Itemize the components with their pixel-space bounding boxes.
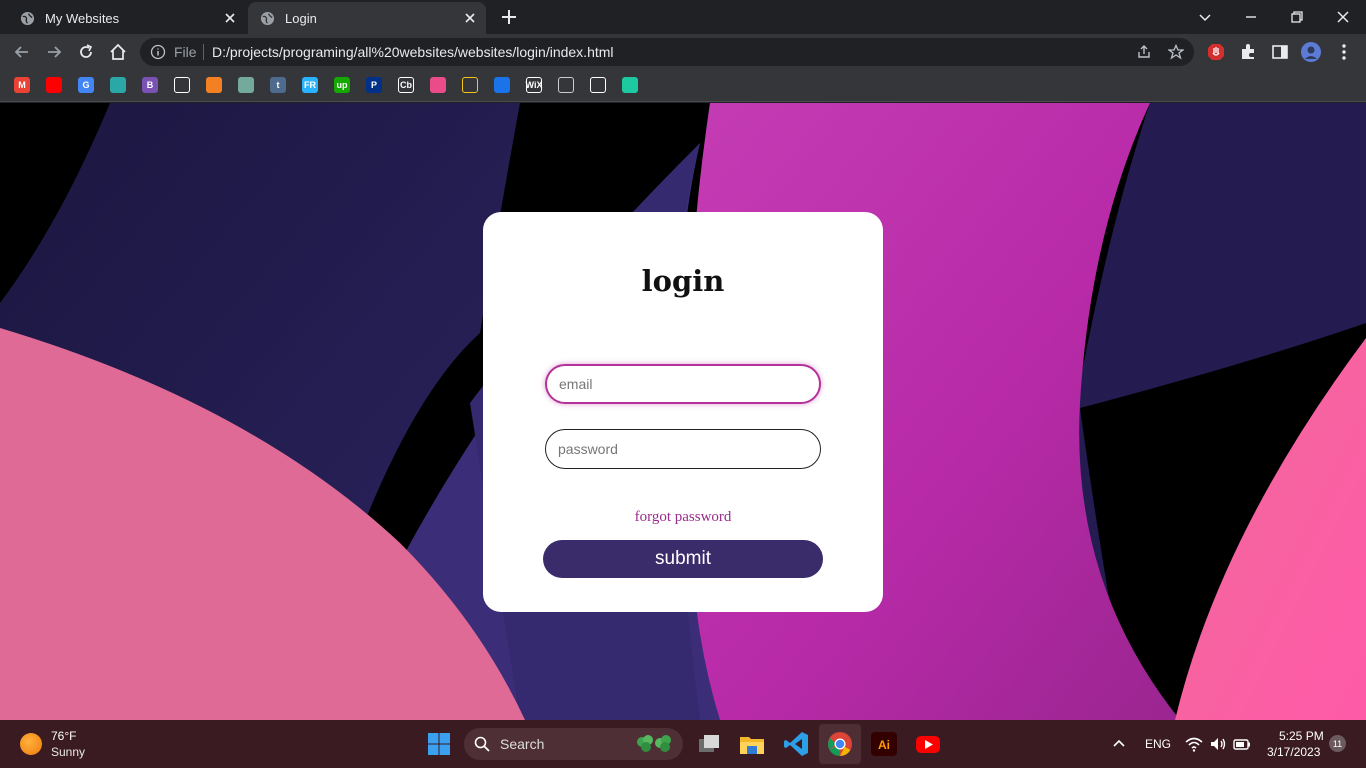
submit-button[interactable]: submit: [543, 540, 823, 578]
upwork-icon[interactable]: up: [334, 77, 350, 93]
weather-temperature[interactable]: 76°F: [51, 729, 76, 743]
dribbble-icon[interactable]: [430, 77, 446, 93]
codepen-icon[interactable]: [174, 77, 190, 93]
tab-title: Login: [285, 10, 317, 26]
stack-overflow-icon[interactable]: [206, 77, 222, 93]
share-icon[interactable]: [1136, 44, 1152, 60]
weather-description[interactable]: Sunny: [51, 745, 85, 759]
scheme-label: File: [174, 44, 197, 60]
clock-time[interactable]: 5:25 PM: [1279, 729, 1324, 743]
page-viewport: login forgot password submit: [0, 103, 1366, 720]
tab-login[interactable]: Login: [248, 2, 486, 34]
divider: [203, 44, 204, 60]
browser-tab-bar: My Websites Login: [0, 0, 1366, 34]
codecademy-icon[interactable]: [494, 77, 510, 93]
bookmarks-bar: M G Bt FR up P Cb WiX: [0, 70, 1366, 102]
vscode-icon[interactable]: [782, 730, 810, 758]
chatgpt-icon[interactable]: [238, 77, 254, 93]
tab-my-websites[interactable]: My Websites: [8, 2, 246, 34]
google-translate-icon[interactable]: G: [78, 77, 94, 93]
forward-arrow-icon[interactable]: [44, 42, 64, 62]
address-bar[interactable]: File D:/projects/programing/all%20websit…: [140, 38, 1194, 66]
bookmark-star-icon[interactable]: [1168, 44, 1184, 60]
battery-icon[interactable]: [1232, 734, 1252, 754]
extensions-puzzle-icon[interactable]: [1238, 42, 1258, 62]
tab-search-chevron-icon[interactable]: [1194, 6, 1216, 28]
wifi-icon[interactable]: [1184, 734, 1204, 754]
file-explorer-icon[interactable]: [738, 730, 766, 758]
close-icon[interactable]: [222, 10, 238, 26]
tab-title: My Websites: [45, 10, 120, 26]
search-label: Search: [500, 736, 545, 752]
gmail-icon[interactable]: M: [14, 77, 30, 93]
minimize-icon[interactable]: [1240, 6, 1262, 28]
dots-logo-icon[interactable]: [558, 77, 574, 93]
clover-highlight-icon: [637, 735, 671, 752]
green-ring-icon[interactable]: [622, 77, 638, 93]
tumblr-icon[interactable]: t: [270, 77, 286, 93]
search-icon: [474, 736, 490, 752]
forgot-password-link[interactable]: forgot password: [483, 509, 883, 526]
youtube-app-icon[interactable]: [914, 730, 942, 758]
volume-icon[interactable]: [1208, 734, 1228, 754]
new-tab-plus-icon[interactable]: [500, 8, 518, 26]
illustrator-icon[interactable]: Ai: [870, 730, 898, 758]
svg-text:Ai: Ai: [878, 738, 890, 752]
close-window-icon[interactable]: [1332, 6, 1354, 28]
password-field[interactable]: [545, 429, 821, 469]
crunchbase-icon[interactable]: Cb: [398, 77, 414, 93]
paypal-icon[interactable]: P: [366, 77, 382, 93]
bootstrap-icon[interactable]: B: [142, 77, 158, 93]
clock-date[interactable]: 3/17/2023: [1267, 745, 1320, 759]
wix-icon[interactable]: WiX: [526, 77, 542, 93]
close-icon[interactable]: [462, 10, 478, 26]
windows-taskbar: 76°F Sunny Search Ai ENG 5:25 PM 3/17/20…: [0, 720, 1366, 768]
sun-weather-icon[interactable]: [20, 733, 42, 755]
page-title: login: [641, 264, 725, 298]
task-view-icon[interactable]: [695, 730, 723, 758]
language-indicator[interactable]: ENG: [1145, 737, 1171, 751]
notification-badge[interactable]: 11: [1329, 735, 1346, 752]
back-arrow-icon[interactable]: [12, 42, 32, 62]
side-panel-icon[interactable]: [1270, 42, 1290, 62]
chrome-icon[interactable]: [826, 730, 854, 758]
taskbar-search[interactable]: Search: [464, 728, 683, 760]
more-menu-icon[interactable]: [1334, 42, 1354, 62]
github-icon[interactable]: [590, 77, 606, 93]
home-icon[interactable]: [108, 42, 128, 62]
youtube-icon[interactable]: [46, 77, 62, 93]
teal-logo-icon[interactable]: [110, 77, 126, 93]
info-icon[interactable]: [150, 44, 166, 60]
profile-avatar[interactable]: [1301, 42, 1321, 62]
email-field[interactable]: [545, 364, 821, 404]
windows-start-icon[interactable]: [427, 732, 451, 756]
browser-toolbar: File D:/projects/programing/all%20websit…: [0, 34, 1366, 70]
restore-icon[interactable]: [1286, 6, 1308, 28]
login-card: login forgot password submit: [483, 212, 883, 612]
freelancer-icon[interactable]: FR: [302, 77, 318, 93]
url-text[interactable]: D:/projects/programing/all%20websites/we…: [212, 44, 614, 60]
adblock-extension-icon[interactable]: [1206, 42, 1226, 62]
globe-icon: [260, 11, 275, 25]
reload-icon[interactable]: [76, 42, 96, 62]
shield-logo-icon[interactable]: [462, 77, 478, 93]
globe-icon: [20, 11, 35, 25]
chevron-up-icon[interactable]: [1109, 734, 1129, 754]
